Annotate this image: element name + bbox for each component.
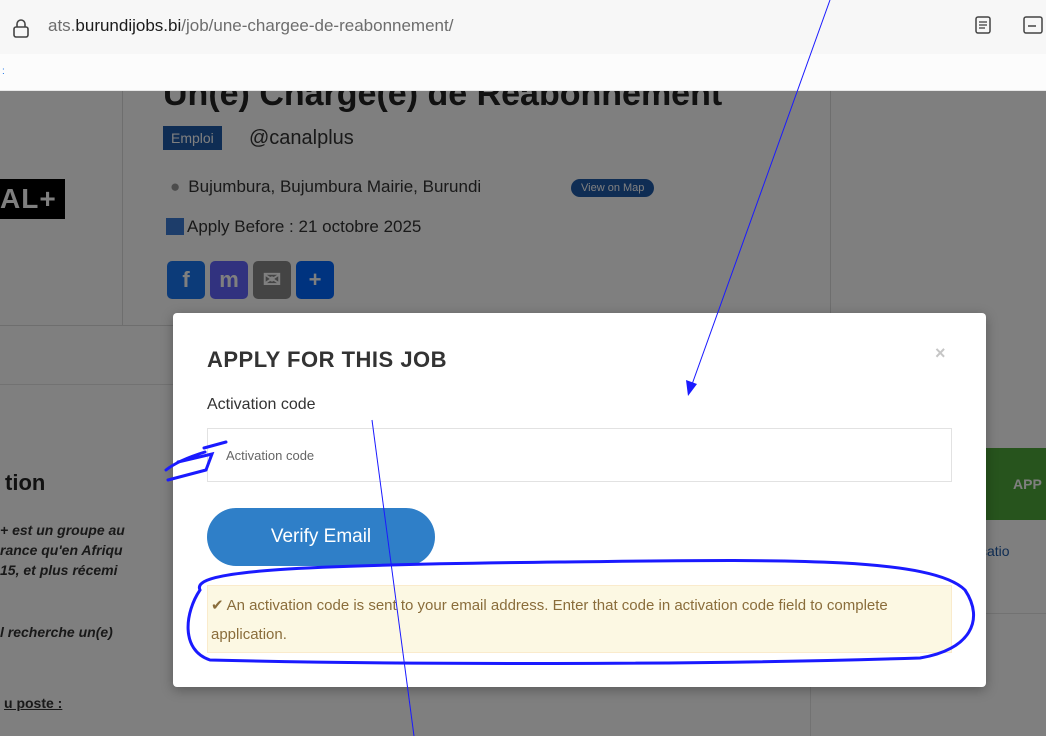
url-prefix: ats. [48,16,76,35]
bookmarks-bar: : [0,54,1046,91]
url-text[interactable]: ats.burundijobs.bi/job/une-chargee-de-re… [48,16,453,36]
lock-icon [13,19,29,38]
url-path: /job/une-chargee-de-reabonnement/ [181,16,454,35]
apply-modal: APPLY FOR THIS JOB × Activation code Ver… [173,313,986,687]
activation-code-label: Activation code [207,396,316,413]
bookmark-icon[interactable]: : [2,66,5,77]
url-domain: burundijobs.bi [75,16,182,35]
extension-icon[interactable] [1022,14,1046,36]
reader-view-icon[interactable] [974,14,992,36]
activation-alert: ✔ An activation code is sent to your emai… [207,585,952,653]
alert-text: An activation code is sent to your email… [211,597,888,643]
activation-code-input[interactable] [207,428,952,482]
close-icon[interactable]: × [935,343,946,364]
modal-title: APPLY FOR THIS JOB [207,347,448,372]
verify-email-button[interactable]: Verify Email [207,508,435,566]
address-bar[interactable]: ats.burundijobs.bi/job/une-chargee-de-re… [0,0,1046,55]
checkmark-icon: ✔ [211,597,224,614]
